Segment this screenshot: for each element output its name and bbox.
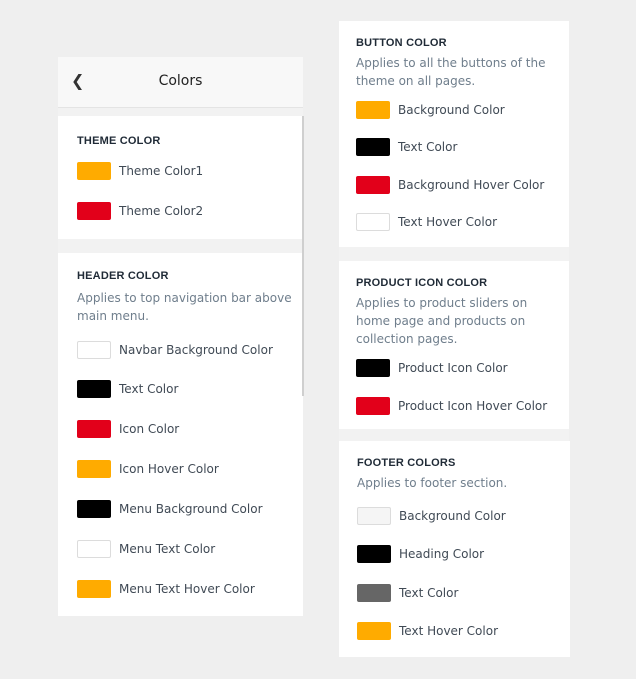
divider: [339, 247, 569, 261]
color-swatch[interactable]: [77, 162, 111, 180]
color-label: Heading Color: [399, 547, 485, 561]
color-setting-icon-hover[interactable]: Icon Hover Color: [77, 460, 219, 478]
color-label: Icon Color: [119, 422, 180, 436]
footer-colors-section: FOOTER COLORS Applies to footer section.…: [339, 441, 570, 657]
color-swatch[interactable]: [77, 341, 111, 359]
section-description: Applies to top navigation bar above main…: [77, 291, 292, 323]
color-setting-button-background-hover[interactable]: Background Hover Color: [356, 176, 544, 194]
color-swatch[interactable]: [356, 397, 390, 415]
color-label: Text Color: [399, 586, 459, 600]
color-setting-button-text[interactable]: Text Color: [356, 138, 457, 156]
section-title: BUTTON COLOR: [356, 37, 447, 49]
color-setting-button-text-hover[interactable]: Text Hover Color: [356, 213, 497, 231]
section-title: PRODUCT ICON COLOR: [356, 277, 488, 289]
color-swatch[interactable]: [77, 540, 111, 558]
page-title: Colors: [158, 73, 203, 89]
color-swatch[interactable]: [357, 507, 391, 525]
color-setting-product-icon[interactable]: Product Icon Color: [356, 359, 508, 377]
color-label: Text Color: [119, 382, 179, 396]
color-swatch[interactable]: [77, 580, 111, 598]
color-swatch[interactable]: [356, 213, 390, 231]
section-title: THEME COLOR: [77, 135, 161, 147]
scrollbar[interactable]: [302, 116, 304, 396]
color-swatch[interactable]: [356, 176, 390, 194]
color-label: Theme Color2: [119, 204, 204, 218]
divider: [339, 429, 569, 441]
panel-header: ❮ Colors: [58, 57, 303, 108]
color-swatch[interactable]: [77, 420, 111, 438]
color-setting-menu-text[interactable]: Menu Text Color: [77, 540, 215, 558]
color-setting-navbar-background[interactable]: Navbar Background Color: [77, 341, 273, 359]
color-swatch[interactable]: [357, 545, 391, 563]
theme-color-section: THEME COLOR Theme Color1 Theme Color2: [58, 116, 303, 239]
color-setting-button-background[interactable]: Background Color: [356, 101, 505, 119]
header-color-section: HEADER COLOR Applies to top navigation b…: [58, 253, 303, 616]
color-label: Menu Background Color: [119, 502, 263, 516]
section-title: FOOTER COLORS: [357, 457, 456, 469]
section-description: Applies to all the buttons of the theme …: [356, 56, 546, 88]
color-setting-theme-color1[interactable]: Theme Color1: [77, 162, 203, 180]
color-setting-menu-text-hover[interactable]: Menu Text Hover Color: [77, 580, 255, 598]
color-label: Icon Hover Color: [119, 462, 219, 476]
color-setting-footer-heading[interactable]: Heading Color: [357, 545, 484, 563]
color-setting-footer-text[interactable]: Text Color: [357, 584, 458, 602]
color-label: Text Color: [398, 140, 458, 154]
color-setting-icon[interactable]: Icon Color: [77, 420, 179, 438]
color-setting-product-icon-hover[interactable]: Product Icon Hover Color: [356, 397, 547, 415]
button-color-section: BUTTON COLOR Applies to all the buttons …: [339, 21, 569, 247]
color-label: Product Icon Hover Color: [398, 399, 548, 413]
color-setting-theme-color2[interactable]: Theme Color2: [77, 202, 203, 220]
color-swatch[interactable]: [357, 584, 391, 602]
color-label: Menu Text Hover Color: [119, 582, 255, 596]
color-label: Product Icon Color: [398, 361, 508, 375]
color-label: Text Hover Color: [399, 624, 499, 638]
color-swatch[interactable]: [356, 359, 390, 377]
color-label: Background Color: [398, 103, 505, 117]
section-title: HEADER COLOR: [77, 270, 169, 282]
color-setting-menu-background[interactable]: Menu Background Color: [77, 500, 263, 518]
color-label: Navbar Background Color: [119, 343, 273, 357]
section-description: Applies to product sliders on home page …: [356, 296, 528, 346]
color-swatch[interactable]: [77, 500, 111, 518]
color-label: Background Color: [399, 509, 506, 523]
color-label: Text Hover Color: [398, 215, 498, 229]
color-setting-footer-background[interactable]: Background Color: [357, 507, 506, 525]
color-label: Theme Color1: [119, 164, 204, 178]
color-label: Menu Text Color: [119, 542, 216, 556]
color-setting-text[interactable]: Text Color: [77, 380, 178, 398]
color-label: Background Hover Color: [398, 178, 545, 192]
color-swatch[interactable]: [77, 460, 111, 478]
section-description: Applies to footer section.: [357, 476, 508, 490]
divider: [58, 239, 303, 253]
divider: [58, 108, 303, 116]
color-swatch[interactable]: [77, 202, 111, 220]
color-swatch[interactable]: [356, 101, 390, 119]
product-icon-color-section: PRODUCT ICON COLOR Applies to product sl…: [339, 261, 569, 429]
color-setting-footer-text-hover[interactable]: Text Hover Color: [357, 622, 498, 640]
color-swatch[interactable]: [356, 138, 390, 156]
color-swatch[interactable]: [77, 380, 111, 398]
color-swatch[interactable]: [357, 622, 391, 640]
